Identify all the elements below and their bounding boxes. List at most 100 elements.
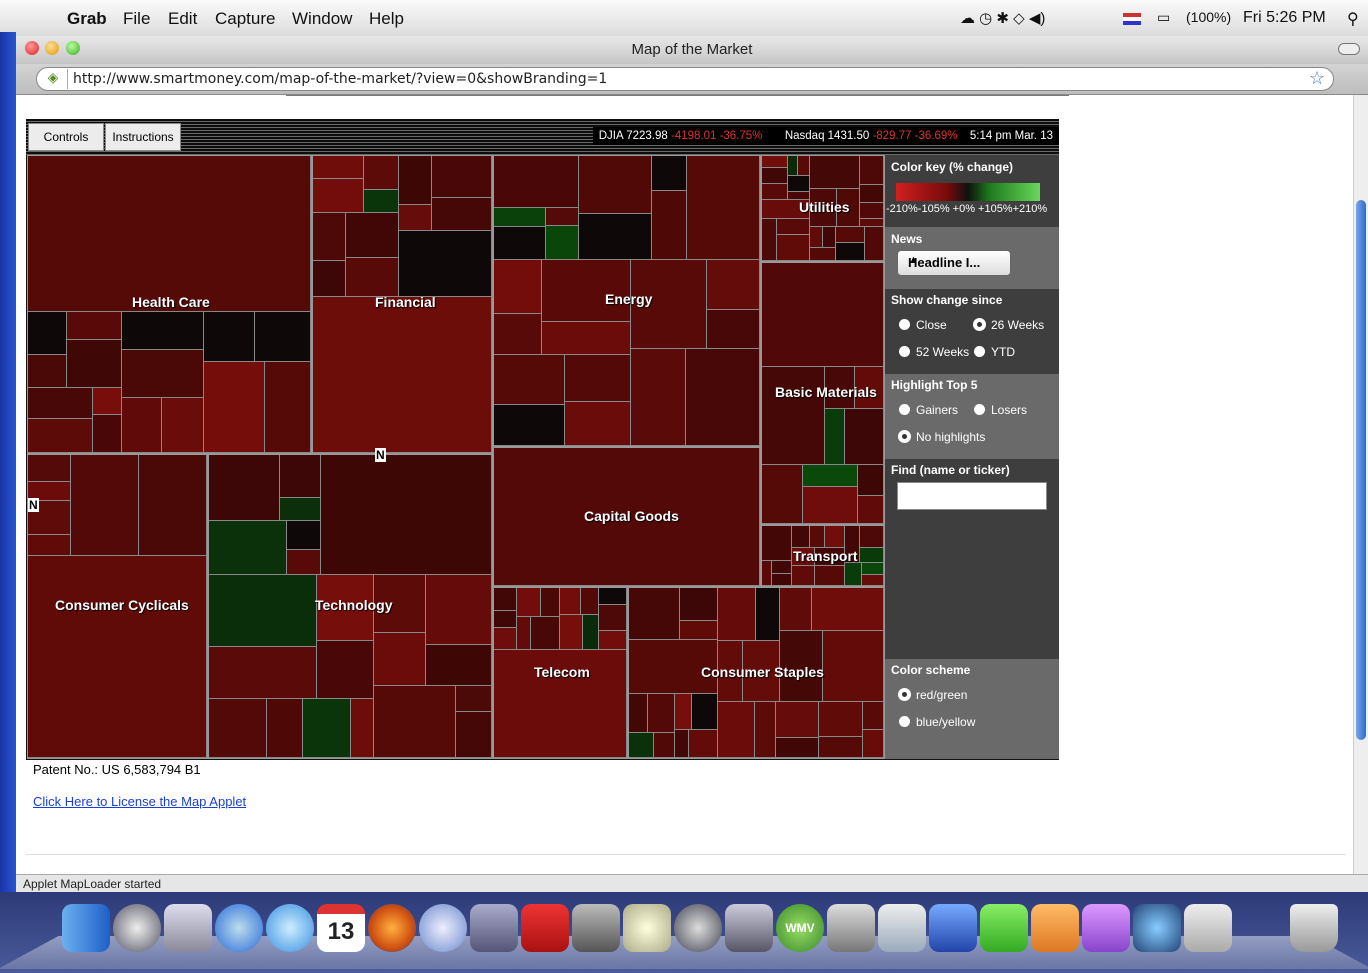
news-title: News	[891, 232, 923, 246]
iphoto-icon[interactable]	[572, 904, 620, 952]
url-text[interactable]: http://www.smartmoney.com/map-of-the-mar…	[73, 71, 607, 87]
window-title: Map of the Market	[631, 41, 753, 58]
preview-icon[interactable]	[470, 904, 518, 952]
news-select[interactable]: Headline I... ▲	[897, 250, 1011, 276]
news-marker[interactable]: N	[28, 498, 39, 512]
label-financial: Financial	[375, 294, 436, 310]
excel-icon[interactable]	[980, 904, 1028, 952]
page-divider	[286, 95, 1069, 96]
bookmark-star-icon[interactable]: ☆	[1309, 68, 1325, 89]
map-applet: Controls Instructions DJIA 7223.98 -4198…	[26, 119, 1059, 760]
license-link[interactable]: Click Here to License the Map Applet	[33, 794, 246, 809]
menu-window[interactable]: Window	[292, 9, 352, 29]
label-transport: Transport	[793, 548, 858, 564]
label-basic-materials: Basic Materials	[775, 384, 877, 400]
label-energy: Energy	[605, 291, 653, 307]
menu-capture[interactable]: Capture	[215, 9, 275, 29]
scrollbar-thumb[interactable]	[1356, 200, 1366, 740]
grab-icon[interactable]	[1184, 904, 1232, 952]
radio-blue-yellow[interactable]: blue/yellow	[899, 715, 975, 729]
trash-icon[interactable]	[1290, 904, 1338, 952]
color-key-labels: -210%-105% +0% +105%+210%	[886, 203, 1048, 215]
site-icon[interactable]: ◈	[39, 69, 68, 89]
messenger-icon[interactable]	[1133, 904, 1181, 952]
djia-change: -4198.01 -36.75%	[670, 130, 763, 142]
finder-icon[interactable]	[62, 904, 110, 952]
radio-gainers[interactable]: Gainers	[899, 403, 958, 417]
market-ticker: DJIA 7223.98 -4198.01 -36.75% Nasdaq 143…	[592, 127, 1059, 145]
label-utilities: Utilities	[799, 199, 850, 215]
address-bar: ◈ http://www.smartmoney.com/map-of-the-m…	[16, 64, 1368, 95]
toolbar-toggle-icon[interactable]	[1338, 43, 1360, 55]
radio-52-weeks[interactable]: 52 Weeks	[899, 345, 969, 359]
show-change-title: Show change since	[891, 293, 1003, 307]
highlight-title: Highlight Top 5	[891, 378, 978, 392]
ical-icon[interactable]: 13	[317, 904, 365, 952]
time-machine-icon[interactable]	[674, 904, 722, 952]
radio-losers[interactable]: Losers	[974, 403, 1027, 417]
ticker-time: 5:14 pm Mar. 13	[969, 130, 1053, 142]
radio-26-weeks[interactable]: 26 Weeks	[974, 318, 1044, 332]
show-change-section: Show change since Close 26 Weeks 52 Week…	[885, 289, 1059, 374]
ichat-icon[interactable]	[266, 904, 314, 952]
url-field[interactable]: ◈ http://www.smartmoney.com/map-of-the-m…	[36, 67, 1334, 91]
djia-value: DJIA 7223.98	[598, 130, 668, 142]
nasdaq-change: -829.77 -36.69%	[872, 130, 958, 142]
page-content: Controls Instructions DJIA 7223.98 -4198…	[16, 95, 1354, 882]
menu-help[interactable]: Help	[369, 9, 404, 29]
dashboard-icon[interactable]	[113, 904, 161, 952]
acrobat-icon[interactable]	[521, 904, 569, 952]
battery-percent[interactable]: (100%)	[1186, 9, 1231, 25]
find-input[interactable]	[897, 482, 1047, 510]
find-section: Find (name or ticker)	[885, 459, 1059, 659]
status-icons[interactable]: ☁ ◷ ✱ ◇ ◀)	[960, 9, 1045, 27]
folder-icon[interactable]	[878, 904, 926, 952]
color-key-title: Color key (% change)	[891, 160, 1014, 174]
color-key-section: Color key (% change) -210%-105% +0% +105…	[885, 155, 1059, 227]
vertical-scrollbar[interactable]	[1353, 95, 1368, 882]
label-health-care: Health Care	[132, 294, 210, 310]
label-telecom: Telecom	[534, 664, 590, 680]
patent-text: Patent No.: US 6,583,794 B1	[33, 762, 201, 777]
label-consumer-staples: Consumer Staples	[701, 664, 824, 680]
mail-icon[interactable]	[164, 904, 212, 952]
status-text: Applet MapLoader started	[23, 877, 162, 891]
news-section: News Headline I... ▲	[885, 227, 1059, 289]
radio-red-green[interactable]: red/green	[899, 688, 967, 702]
label-consumer-cyclicals: Consumer Cyclicals	[55, 597, 189, 613]
color-key-gradient	[896, 183, 1040, 201]
safari-icon[interactable]	[215, 904, 263, 952]
imovie-icon[interactable]	[623, 904, 671, 952]
radio-close[interactable]: Close	[899, 318, 947, 332]
spaces-icon[interactable]	[725, 904, 773, 952]
menu-edit[interactable]: Edit	[168, 9, 197, 29]
control-panel: Color key (% change) -210%-105% +0% +105…	[885, 155, 1059, 759]
menu-app-name[interactable]: Grab	[67, 9, 107, 29]
firefox-icon[interactable]	[368, 904, 416, 952]
spotlight-icon[interactable]: ⚲	[1347, 9, 1359, 29]
wmv-icon[interactable]: WMV	[776, 904, 824, 952]
flag-icon[interactable]	[1123, 13, 1141, 25]
controls-button[interactable]: Controls	[28, 123, 104, 151]
footer-divider	[26, 854, 1346, 855]
itunes-icon[interactable]	[419, 904, 467, 952]
battery-icon[interactable]: ▭	[1157, 9, 1170, 26]
clock[interactable]: Fri 5:26 PM	[1243, 9, 1326, 27]
color-scheme-section: Color scheme red/green blue/yellow	[885, 659, 1059, 759]
market-treemap[interactable]: Health Care Financial Energy Utilities B…	[27, 155, 885, 759]
title-bar: Map of the Market	[16, 36, 1368, 65]
news-marker[interactable]: N	[375, 448, 386, 462]
system-preferences-icon[interactable]	[827, 904, 875, 952]
label-technology: Technology	[315, 597, 393, 613]
entourage-icon[interactable]	[1082, 904, 1130, 952]
radio-no-highlights[interactable]: No highlights	[899, 430, 985, 444]
label-capital-goods: Capital Goods	[584, 508, 679, 524]
menu-file[interactable]: File	[123, 9, 150, 29]
radio-ytd[interactable]: YTD	[974, 345, 1015, 359]
powerpoint-icon[interactable]	[1031, 904, 1079, 952]
desktop-background	[0, 32, 16, 892]
instructions-button[interactable]: Instructions	[105, 123, 181, 151]
word-icon[interactable]	[929, 904, 977, 952]
select-arrows-icon: ▲	[908, 254, 919, 266]
menu-bar: Grab File Edit Capture Window Help ☁ ◷ ✱…	[0, 0, 1368, 37]
